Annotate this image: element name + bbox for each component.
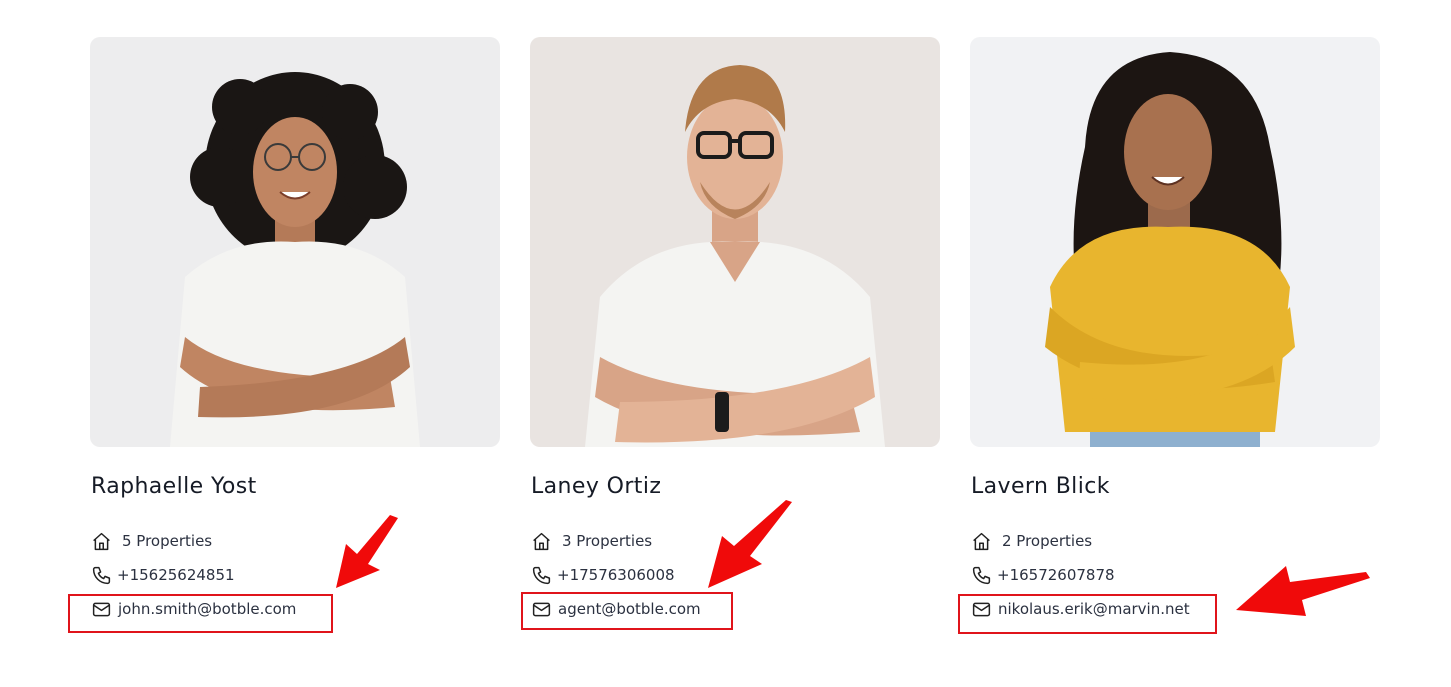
agent-photo-illustration <box>90 37 500 447</box>
email-highlight-box <box>521 592 733 630</box>
agent-phone[interactable]: +16572607878 <box>970 563 1115 587</box>
email-highlight-box <box>958 594 1217 634</box>
agent-photo[interactable] <box>530 37 940 447</box>
house-icon <box>530 530 552 552</box>
phone-number: +17576306008 <box>557 566 675 584</box>
phone-number: +16572607878 <box>997 566 1115 584</box>
house-icon <box>970 530 992 552</box>
agent-phone[interactable]: +17576306008 <box>530 563 675 587</box>
agent-photo[interactable] <box>90 37 500 447</box>
red-arrow-icon <box>336 515 398 588</box>
agent-card[interactable]: Lavern Blick 2 Properties +16572607878 n… <box>970 37 1380 618</box>
agent-name[interactable]: Laney Ortiz <box>531 474 661 499</box>
phone-number: +15625624851 <box>117 566 235 584</box>
agents-section: Raphaelle Yost 5 Properties +15625624851… <box>0 0 1451 687</box>
agent-card[interactable]: Laney Ortiz 3 Properties +17576306008 ag… <box>530 37 940 618</box>
agent-card[interactable]: Raphaelle Yost 5 Properties +15625624851… <box>90 37 500 618</box>
properties-count: 2 Properties <box>1002 532 1093 550</box>
agent-phone[interactable]: +15625624851 <box>90 563 235 587</box>
agent-photo-illustration <box>530 37 940 447</box>
agent-photo-illustration <box>970 37 1380 447</box>
properties-count: 5 Properties <box>122 532 213 550</box>
phone-icon <box>530 564 552 586</box>
agent-photo[interactable] <box>970 37 1380 447</box>
agent-properties[interactable]: 2 Properties <box>970 529 1092 553</box>
phone-icon <box>90 564 112 586</box>
agent-name[interactable]: Lavern Blick <box>971 474 1110 499</box>
red-arrow-icon <box>708 500 792 588</box>
red-arrow-icon <box>1236 566 1370 616</box>
agent-properties[interactable]: 5 Properties <box>90 529 212 553</box>
agent-name[interactable]: Raphaelle Yost <box>91 474 257 499</box>
properties-count: 3 Properties <box>562 532 653 550</box>
agent-properties[interactable]: 3 Properties <box>530 529 652 553</box>
phone-icon <box>970 564 992 586</box>
house-icon <box>90 530 112 552</box>
email-highlight-box <box>68 594 333 633</box>
